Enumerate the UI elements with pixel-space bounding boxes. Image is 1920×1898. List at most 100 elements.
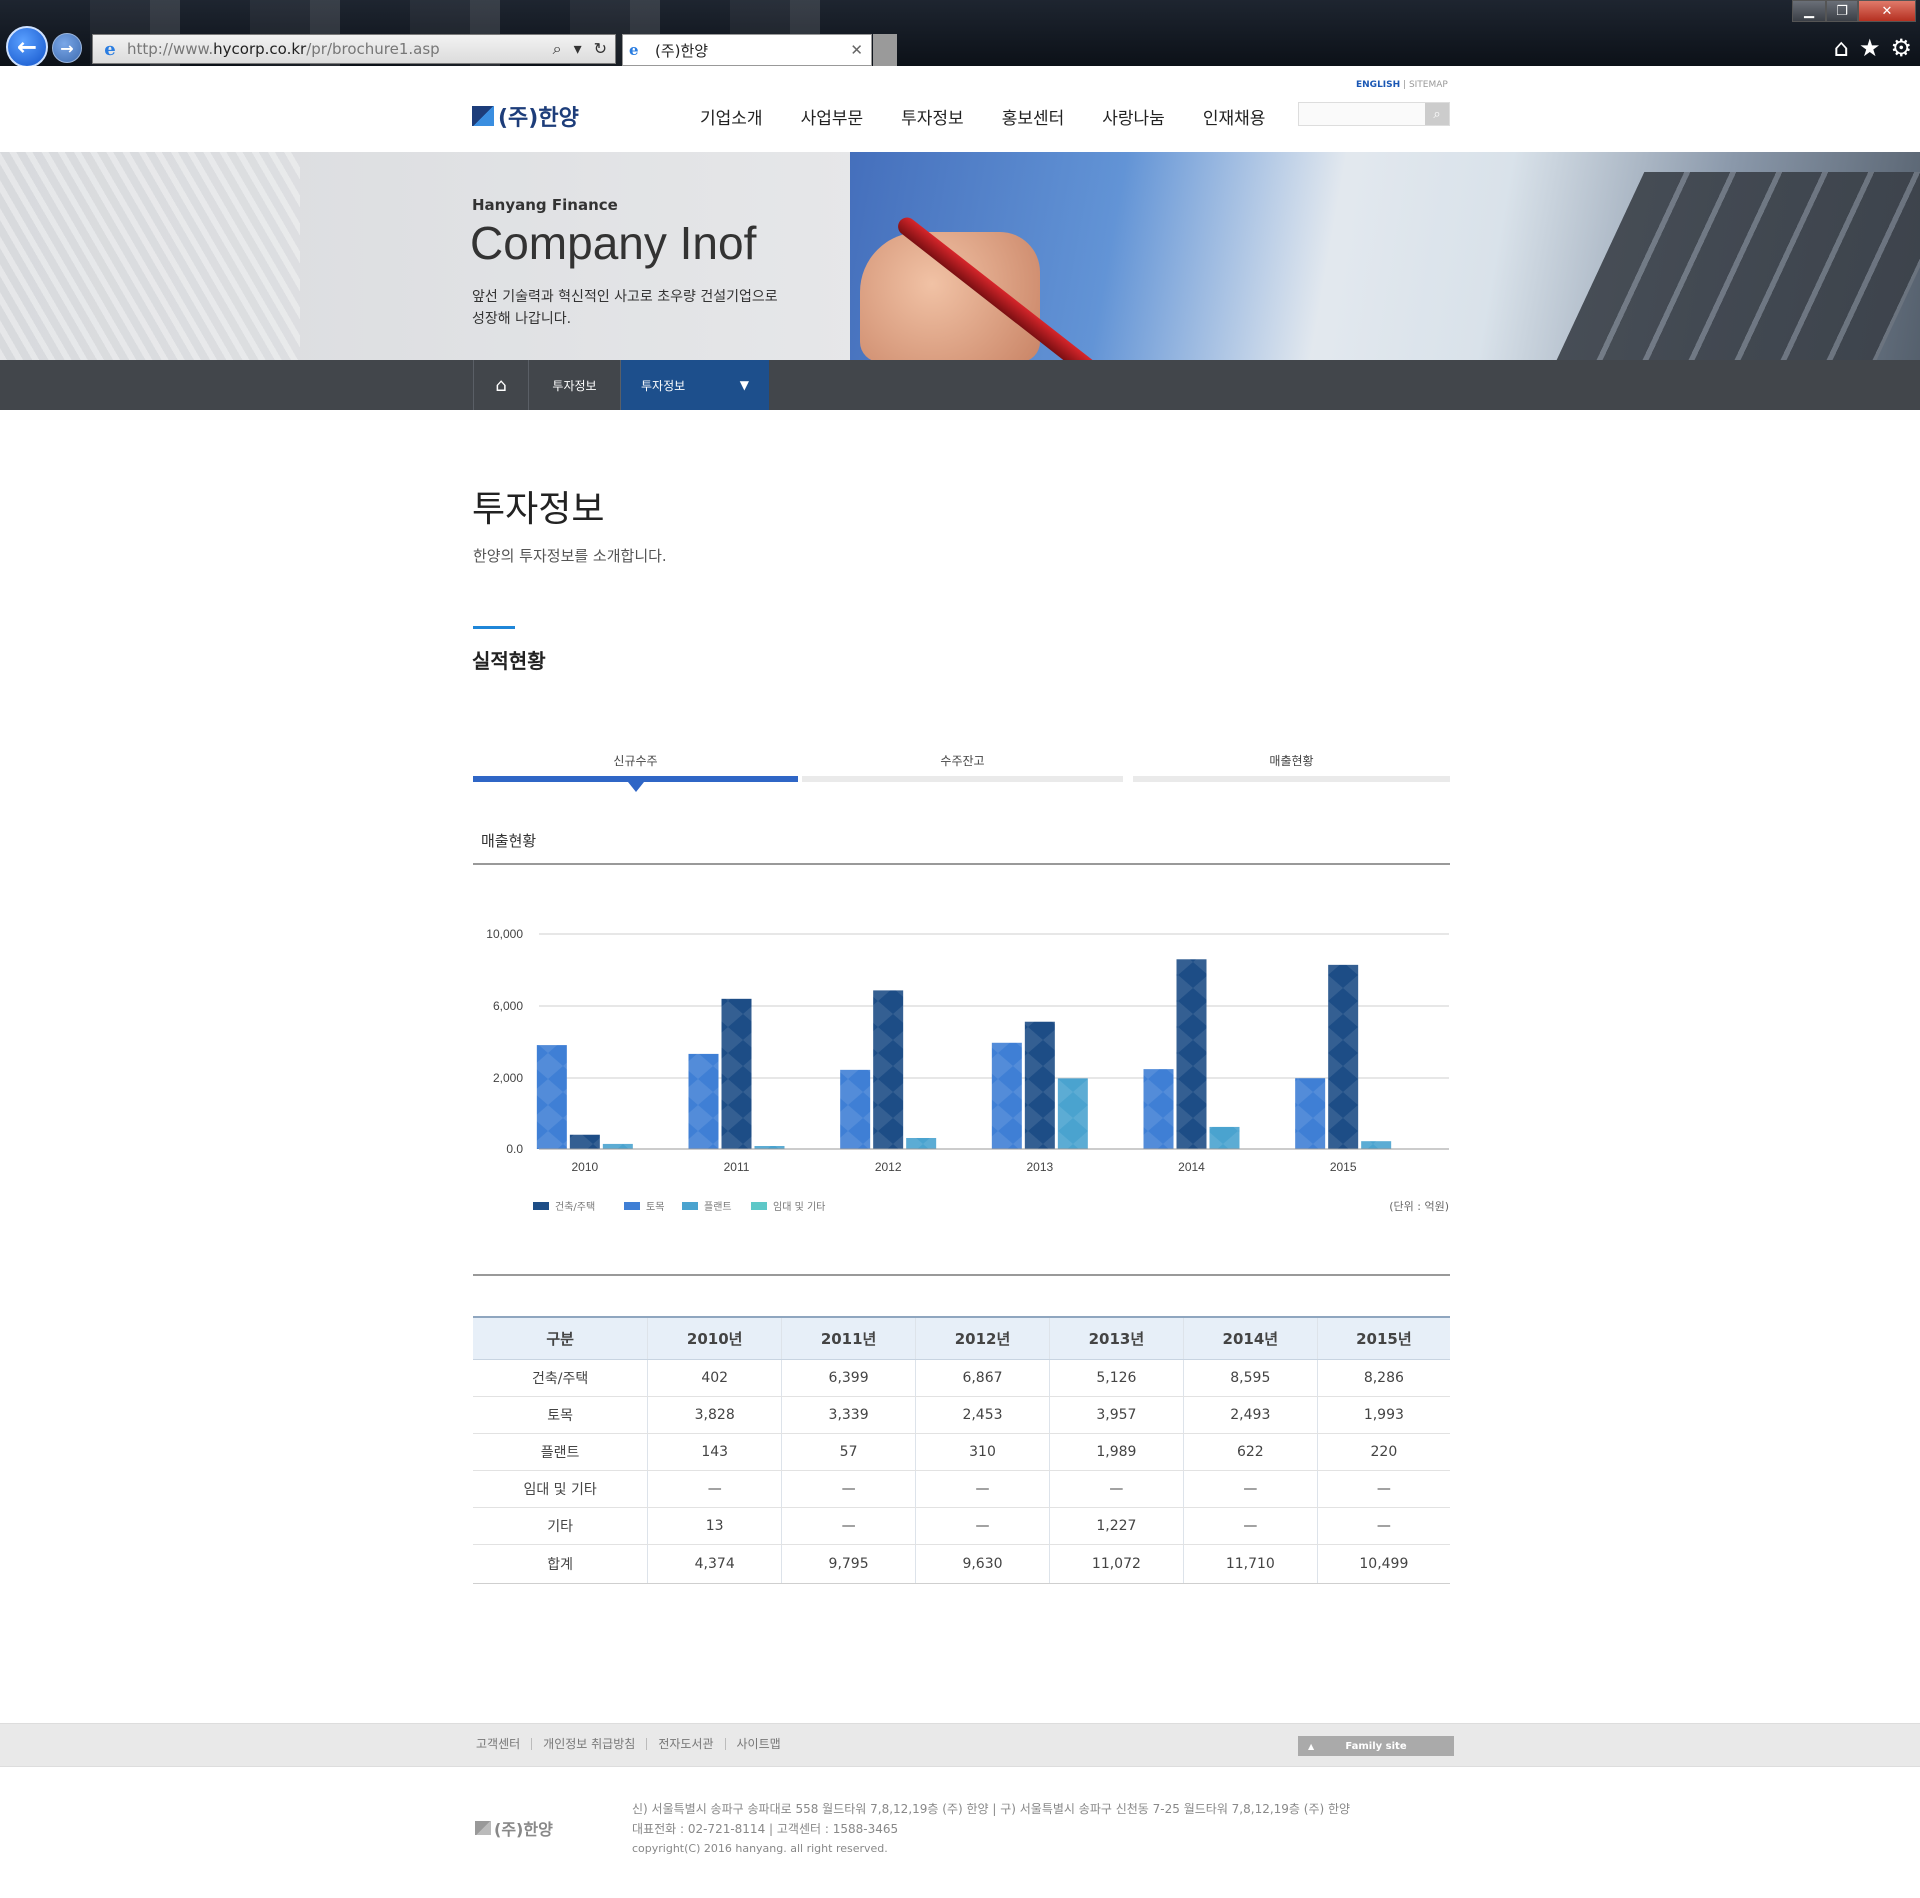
y-tick-label: 10,000: [486, 927, 523, 941]
home-icon[interactable]: ⌂: [1834, 34, 1849, 62]
table-cell: 402: [647, 1359, 782, 1397]
table-cell: —: [647, 1470, 782, 1508]
x-tick-label: 2010: [571, 1160, 598, 1174]
tab-sales[interactable]: 매출현황: [1133, 748, 1450, 782]
footer-logo-text: (주)한양: [494, 1820, 553, 1839]
y-tick-label: 0.0: [506, 1142, 523, 1156]
chart-bar: [1361, 1141, 1392, 1149]
gnb-item[interactable]: 인재채용: [1203, 104, 1266, 129]
footer-link[interactable]: 사이트맵: [724, 1738, 792, 1750]
x-tick-label: 2014: [1178, 1160, 1205, 1174]
legend-swatch: [682, 1202, 698, 1210]
performance-tabs: 신규수주 수주잔고 매출현황: [473, 748, 1450, 792]
chart-bar: [536, 1045, 567, 1149]
family-site-label: Family site: [1345, 1740, 1407, 1752]
site-logo[interactable]: (주)한양: [472, 100, 579, 132]
table-cell: 토목: [473, 1396, 648, 1434]
table-cell: 1,993: [1316, 1396, 1450, 1434]
chart-top-rule: [473, 863, 1450, 865]
english-link[interactable]: ENGLISH: [1356, 80, 1400, 90]
chart-bar: [721, 998, 752, 1149]
table-cell: 13: [647, 1507, 782, 1545]
gnb-item[interactable]: 홍보센터: [1002, 104, 1065, 129]
footer-phone: 대표전화 : 02-721-8114 | 고객센터 : 1588-3465: [632, 1822, 899, 1836]
table-cell: —: [1182, 1470, 1318, 1508]
legend-label: 플랜트: [704, 1201, 732, 1213]
legend-swatch: [624, 1202, 640, 1210]
main-navigation: 기업소개 사업부문 투자정보 홍보센터 사랑나눔 인재채용: [700, 104, 1303, 129]
tab-new-orders[interactable]: 신규수주: [473, 748, 798, 792]
table-cell: 합계: [473, 1544, 648, 1584]
hero-banner: Hanyang Finance Company Inof 앞선 기술력과 혁신적…: [0, 152, 1920, 360]
location-home-button[interactable]: ⌂: [473, 360, 529, 410]
forward-button[interactable]: →: [52, 33, 82, 63]
table-cell: 임대 및 기타: [473, 1470, 648, 1508]
table-cell: 2,493: [1182, 1396, 1318, 1434]
table-header: 2011년: [781, 1316, 916, 1360]
hero-title: Company Inof: [470, 217, 757, 269]
hero-pattern: [0, 152, 300, 360]
chart-bar: [569, 1134, 600, 1149]
chart-bar: [1295, 1078, 1326, 1149]
chart-bottom-rule: [473, 1274, 1450, 1276]
gnb-item[interactable]: 사업부문: [801, 104, 864, 129]
tab-order-backlog[interactable]: 수주잔고: [802, 748, 1123, 782]
table-row-total: 합계 4,374 9,795 9,630 11,072 11,710 10,49…: [473, 1544, 1450, 1584]
search-button-icon[interactable]: ⌕: [1425, 103, 1449, 125]
table-cell: —: [1316, 1470, 1450, 1508]
window-controls: ▁ ❐ ✕: [1792, 0, 1916, 22]
table-cell: 9,795: [781, 1544, 916, 1584]
dropdown-icon[interactable]: ▾: [574, 39, 582, 59]
hero-description: 앞선 기술력과 혁신적인 사고로 초우량 건설기업으로 성장해 나갑니다.: [472, 286, 778, 330]
logo-text: (주)한양: [498, 106, 579, 131]
close-window-button[interactable]: ✕: [1858, 0, 1916, 22]
refresh-icon[interactable]: ↻: [594, 39, 607, 59]
address-bar[interactable]: e http://www. hycorp.co.kr/pr/brochure1.a…: [92, 34, 616, 64]
table-cell: 10,499: [1316, 1544, 1450, 1584]
table-cell: —: [915, 1470, 1050, 1508]
ie-logo-icon: e: [629, 41, 639, 59]
footer-link[interactable]: 전자도서관: [646, 1738, 724, 1750]
legend-label: 토목: [646, 1201, 664, 1213]
forward-arrow-icon: →: [60, 38, 74, 58]
tab-close-icon[interactable]: ✕: [850, 41, 863, 59]
footer-copyright: copyright(C) 2016 hanyang. all right res…: [632, 1842, 888, 1855]
table-header: 2013년: [1048, 1316, 1184, 1360]
chart-bar: [991, 1042, 1022, 1149]
tab-title: (주)한양: [655, 41, 709, 60]
table-header: 2010년: [647, 1316, 782, 1360]
footer-link[interactable]: 고객센터: [476, 1738, 531, 1750]
site-search-input[interactable]: ⌕: [1298, 102, 1450, 126]
gnb-item[interactable]: 기업소개: [700, 104, 763, 129]
table-cell: 3,828: [647, 1396, 782, 1434]
search-icon[interactable]: ⌕: [553, 39, 562, 59]
sitemap-link[interactable]: SITEMAP: [1409, 80, 1448, 90]
page-description: 한양의 투자정보를 소개합니다.: [473, 547, 667, 565]
gnb-item[interactable]: 투자정보: [901, 104, 964, 129]
table-cell: 8,595: [1182, 1359, 1318, 1397]
family-site-select[interactable]: ▲ Family site: [1298, 1736, 1454, 1756]
table-row: 플랜트 143 57 310 1,989 622 220: [473, 1433, 1450, 1471]
browser-tab[interactable]: e (주)한양 ✕: [622, 34, 872, 66]
footer-logo: (주)한양: [475, 1816, 553, 1840]
favorites-star-icon[interactable]: ★: [1859, 34, 1881, 62]
table-cell: 11,072: [1048, 1544, 1184, 1584]
legend-label: 임대 및 기타: [773, 1200, 825, 1213]
sales-chart: 10,000 6,000 2,000 0.0 2010 2011 2012 2013 2014 2…: [473, 910, 1453, 1230]
minimize-button[interactable]: ▁: [1792, 0, 1826, 22]
hanyang-logo-icon: [472, 106, 494, 126]
maximize-button[interactable]: ❐: [1826, 0, 1858, 22]
new-tab-button[interactable]: [873, 34, 897, 66]
table-row: 토목 3,828 3,339 2,453 3,957 2,493 1,993: [473, 1396, 1450, 1434]
location-depth1[interactable]: 투자정보: [529, 360, 621, 410]
table-cell: 8,286: [1316, 1359, 1450, 1397]
footer-link[interactable]: 개인정보 취급방침: [531, 1738, 646, 1750]
back-button[interactable]: ←: [6, 26, 48, 68]
settings-gear-icon[interactable]: ⚙: [1890, 34, 1912, 62]
legend-swatch: [533, 1202, 549, 1210]
location-depth2-dropdown[interactable]: 투자정보 ▼: [621, 360, 769, 410]
gnb-item[interactable]: 사랑나눔: [1102, 104, 1165, 129]
table-header: 2012년: [915, 1316, 1050, 1360]
table-cell: —: [1316, 1507, 1450, 1545]
caret-up-icon: ▲: [1308, 1741, 1315, 1751]
